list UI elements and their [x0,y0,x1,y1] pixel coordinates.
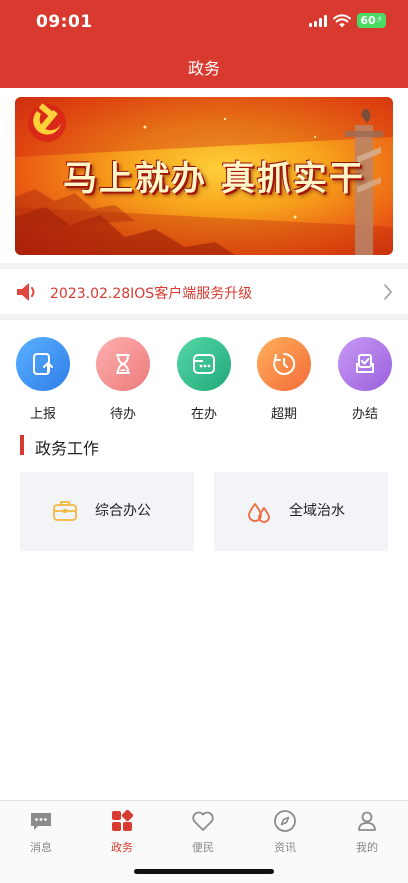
quick-action-label: 待办 [109,407,136,422]
report-upload-icon [16,337,70,391]
tab-government[interactable]: 政务 [92,809,152,855]
overdue-clock-icon [257,337,311,391]
quick-action-pending[interactable]: 待办 [96,337,150,422]
cellular-signal-icon [309,14,328,27]
tab-label: 政务 [111,841,133,854]
wifi-icon [333,13,352,27]
apps-grid-icon [112,809,134,831]
tab-mine[interactable]: 我的 [337,809,397,855]
water-drops-icon [248,503,270,523]
status-icons: 60 ⚡ [309,13,386,28]
hourglass-icon [96,337,150,391]
compass-icon [274,810,296,832]
quick-action-report[interactable]: 上报 [16,337,70,422]
card-label: 全域治水 [289,503,345,519]
card-label: 综合办公 [95,503,151,519]
page-title: 政务 [187,59,220,78]
status-time: 09:01 [36,12,93,32]
tab-label: 消息 [30,841,52,854]
charging-bolt-icon: ⚡ [376,15,383,25]
message-icon [31,813,51,830]
user-icon [358,811,376,831]
card-integrated-office[interactable]: 综合办公 [20,472,194,551]
heart-icon [192,811,214,831]
tab-news[interactable]: 资讯 [255,809,315,855]
quick-action-in-progress[interactable]: 在办 [177,337,231,422]
banner-slogan: 马上就办 真抓实干 [63,159,365,199]
quick-action-completed[interactable]: 办结 [338,337,392,422]
divider [0,314,408,320]
tab-label: 我的 [356,841,378,854]
quick-action-label: 在办 [190,407,217,422]
home-indicator[interactable] [134,869,274,874]
quick-action-label: 上报 [29,407,56,422]
in-progress-icon [177,337,231,391]
tab-label: 资讯 [274,841,296,854]
divider [0,263,408,269]
quick-action-overdue[interactable]: 超期 [257,337,311,422]
notice-bar[interactable]: 2023.02.28IOS客户端服务升级 [0,270,408,314]
completed-check-icon [338,337,392,391]
tab-convenience[interactable]: 便民 [173,809,233,855]
quick-action-label: 办结 [351,407,378,422]
card-water-governance[interactable]: 全域治水 [214,472,388,551]
header: 09:01 60 ⚡ 政务 [0,0,408,88]
chevron-right-icon [384,284,392,300]
section-title: 政务工作 [35,439,100,458]
speaker-icon [17,283,35,301]
notice-text: 2023.02.28IOS客户端服务升级 [50,286,253,302]
battery-indicator: 60 ⚡ [357,13,386,28]
tab-label: 便民 [192,841,214,854]
briefcase-icon [53,501,77,521]
tab-messages[interactable]: 消息 [11,809,71,855]
battery-level: 60 [360,14,376,27]
banner[interactable]: 马上就办 真抓实干 [15,97,393,255]
quick-action-label: 超期 [270,407,297,422]
section-accent-bar [20,435,24,455]
